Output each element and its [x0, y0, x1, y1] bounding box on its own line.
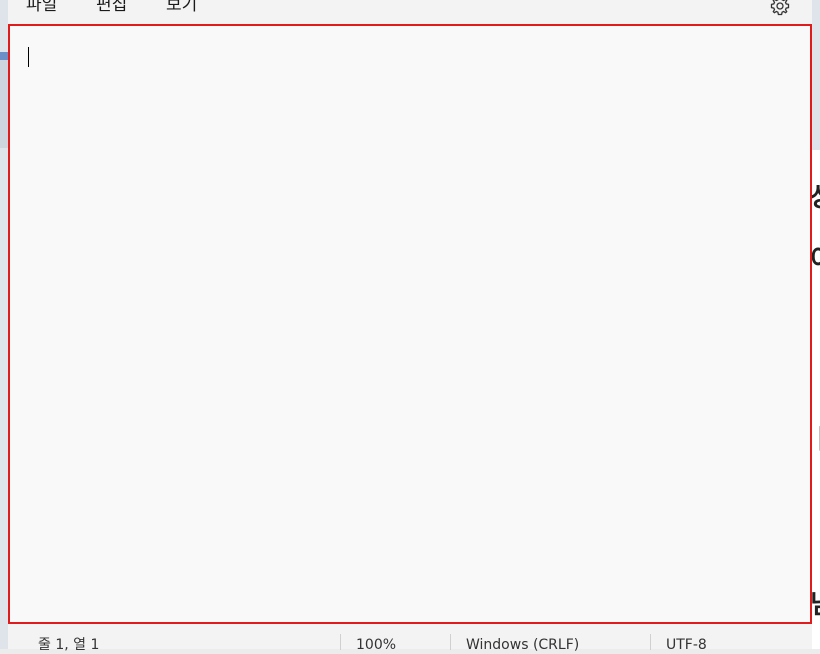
status-line-ending: Windows (CRLF): [466, 637, 580, 653]
settings-button[interactable]: [768, 0, 792, 18]
menu-view[interactable]: 보기: [166, 0, 197, 18]
text-caret: [28, 47, 29, 67]
status-divider: [340, 634, 341, 650]
background-left-band: [0, 60, 8, 148]
notepad-window: 파일 편집 보기 줄 1, 열 1 100% Windows (CRLF) UT…: [8, 0, 812, 653]
background-right-top: [812, 0, 820, 150]
status-divider: [650, 634, 651, 650]
background-left-accent: [0, 52, 8, 60]
status-zoom: 100%: [356, 637, 397, 653]
menu-file[interactable]: 파일: [26, 0, 57, 18]
status-cursor-position: 줄 1, 열 1: [38, 637, 100, 653]
menu-bar: 파일 편집 보기: [8, 0, 812, 24]
gear-icon: [770, 0, 790, 16]
status-divider: [450, 634, 451, 650]
status-bar: 줄 1, 열 1 100% Windows (CRLF) UTF-8: [8, 624, 812, 653]
text-editor[interactable]: [8, 24, 812, 624]
status-encoding: UTF-8: [666, 637, 707, 653]
menu-edit[interactable]: 편집: [96, 0, 127, 18]
